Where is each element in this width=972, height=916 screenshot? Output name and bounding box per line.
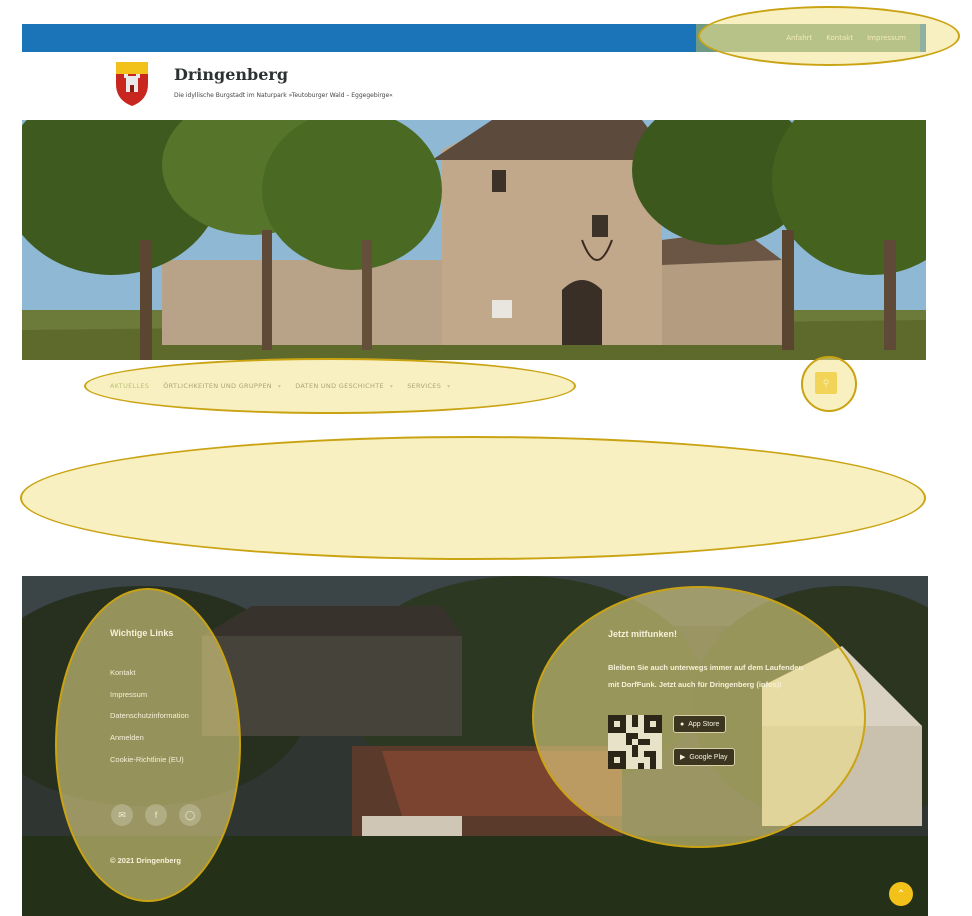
- nav-item-daten-geschichte[interactable]: DATEN UND GESCHICHTE ▾: [295, 382, 393, 390]
- chevron-down-icon: ▾: [447, 382, 451, 390]
- chevron-down-icon: ▾: [277, 382, 282, 390]
- highlight-content-area: [20, 436, 926, 560]
- nav-item-services[interactable]: SERVICES ▾: [407, 382, 450, 390]
- top-links: Anfahrt Kontakt Impressum: [696, 24, 920, 52]
- facebook-icon[interactable]: f: [145, 804, 167, 826]
- footer-background-image: [22, 576, 928, 916]
- search-icon: ⚲: [822, 377, 830, 388]
- app-store-label: App Store: [688, 720, 720, 728]
- copyright: © 2021 Dringenberg: [110, 856, 181, 865]
- instagram-icon[interactable]: ◯: [179, 804, 201, 826]
- site-title[interactable]: Dringenberg: [174, 65, 288, 84]
- chevron-down-icon: ▾: [389, 382, 394, 390]
- nav-item-label: ÖRTLICHKEITEN UND GRUPPEN: [163, 382, 272, 390]
- footer-link-anmelden[interactable]: Anmelden: [110, 733, 144, 742]
- top-bar: Anfahrt Kontakt Impressum: [22, 24, 926, 52]
- nav-item-oertlichkeiten[interactable]: ÖRTLICHKEITEN UND GRUPPEN ▾: [163, 382, 281, 390]
- search-button[interactable]: ⚲: [815, 372, 837, 394]
- apple-icon: ●: [680, 720, 685, 728]
- footer: Wichtige Links Kontakt Impressum Datensc…: [22, 576, 928, 916]
- google-play-label: Google Play: [689, 753, 728, 761]
- google-play-button[interactable]: ▶ Google Play: [673, 748, 735, 766]
- app-text-line1: Bleiben Sie auch unterwegs immer auf dem…: [608, 663, 804, 672]
- nav-item-label: SERVICES: [407, 382, 442, 390]
- page: Anfahrt Kontakt Impressum Dringenberg Di…: [0, 0, 972, 916]
- footer-links-heading: Wichtige Links: [110, 628, 174, 638]
- app-text-line2[interactable]: mit DorfFunk. Jetzt auch für Dringenberg…: [608, 680, 782, 689]
- qr-code-image: [608, 715, 662, 769]
- footer-link-cookie[interactable]: Cookie-Richtlinie (EU): [110, 755, 184, 764]
- play-icon: ▶: [680, 754, 686, 761]
- nav-item-aktuelles[interactable]: AKTUELLES: [110, 382, 149, 390]
- coat-of-arms-logo[interactable]: [110, 58, 154, 108]
- app-store-button[interactable]: ● App Store: [673, 715, 727, 733]
- main-nav: AKTUELLES ÖRTLICHKEITEN UND GRUPPEN ▾ DA…: [80, 362, 580, 410]
- nav-item-label: AKTUELLES: [110, 382, 150, 390]
- nav-item-label: DATEN UND GESCHICHTE: [295, 382, 384, 390]
- footer-link-datenschutz[interactable]: Datenschutzinformation: [110, 711, 189, 720]
- hero-image: [22, 120, 926, 360]
- footer-link-impressum[interactable]: Impressum: [110, 690, 147, 699]
- mail-icon[interactable]: ✉: [111, 804, 133, 826]
- top-link-impressum[interactable]: Impressum: [867, 34, 906, 42]
- top-link-anfahrt[interactable]: Anfahrt: [786, 34, 812, 42]
- top-link-kontakt[interactable]: Kontakt: [826, 34, 853, 42]
- app-heading: Jetzt mitfunken!: [608, 629, 678, 639]
- site-tagline: Die idyllische Burgstadt im Naturpark »T…: [174, 92, 393, 99]
- footer-link-kontakt[interactable]: Kontakt: [110, 668, 135, 677]
- chevron-up-icon: ⌃: [896, 888, 906, 900]
- scroll-to-top-button[interactable]: ⌃: [889, 882, 913, 906]
